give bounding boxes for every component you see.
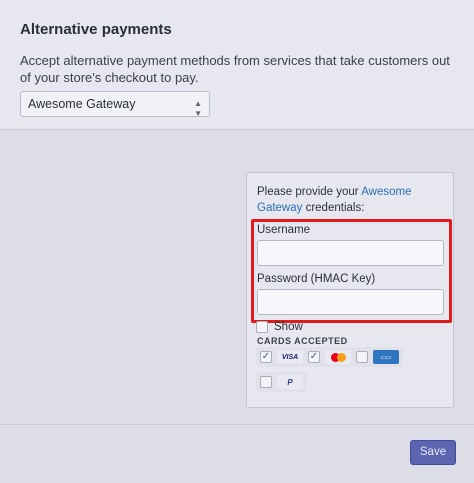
- cards-accepted-title: CARDS ACCEPTED: [257, 336, 348, 346]
- mastercard-logo-icon: [325, 350, 351, 364]
- credentials-intro: Please provide your Awesome Gateway cred…: [257, 184, 451, 216]
- card-option-visa[interactable]: ✓ VISA: [256, 347, 307, 367]
- chevron-updown-icon: ▲ ▼: [194, 99, 202, 118]
- card-option-paypal[interactable]: P: [256, 372, 307, 392]
- visa-text: VISA: [281, 353, 299, 361]
- card-option-amex[interactable]: ▭▭: [352, 347, 403, 367]
- section-description: Accept alternative payment methods from …: [20, 53, 450, 85]
- paypal-checkbox[interactable]: [260, 376, 272, 388]
- visa-logo-icon: VISA: [277, 350, 303, 364]
- show-checkbox[interactable]: [256, 321, 268, 333]
- amex-checkbox[interactable]: [356, 351, 368, 363]
- paypal-logo-icon: P: [277, 375, 303, 389]
- credentials-highlight: [251, 219, 452, 323]
- mastercard-checkbox[interactable]: ✓: [308, 351, 320, 363]
- credentials-intro-suffix: credentials:: [302, 202, 365, 214]
- section-title: Alternative payments: [20, 21, 172, 38]
- credentials-intro-text: Please provide your: [257, 186, 362, 198]
- amex-logo-icon: ▭▭: [373, 350, 399, 364]
- gateway-select[interactable]: Awesome Gateway ▲ ▼: [20, 91, 210, 118]
- alternative-payments-card: Alternative payments Accept alternative …: [0, 0, 474, 130]
- show-toggle[interactable]: Show: [256, 321, 303, 333]
- save-button[interactable]: Save: [410, 440, 456, 465]
- card-option-mastercard[interactable]: ✓: [304, 347, 355, 367]
- visa-checkbox[interactable]: ✓: [260, 351, 272, 363]
- page: Alternative payments Accept alternative …: [0, 0, 474, 483]
- gateway-select-value: Awesome Gateway: [28, 97, 136, 111]
- show-label: Show: [274, 321, 303, 333]
